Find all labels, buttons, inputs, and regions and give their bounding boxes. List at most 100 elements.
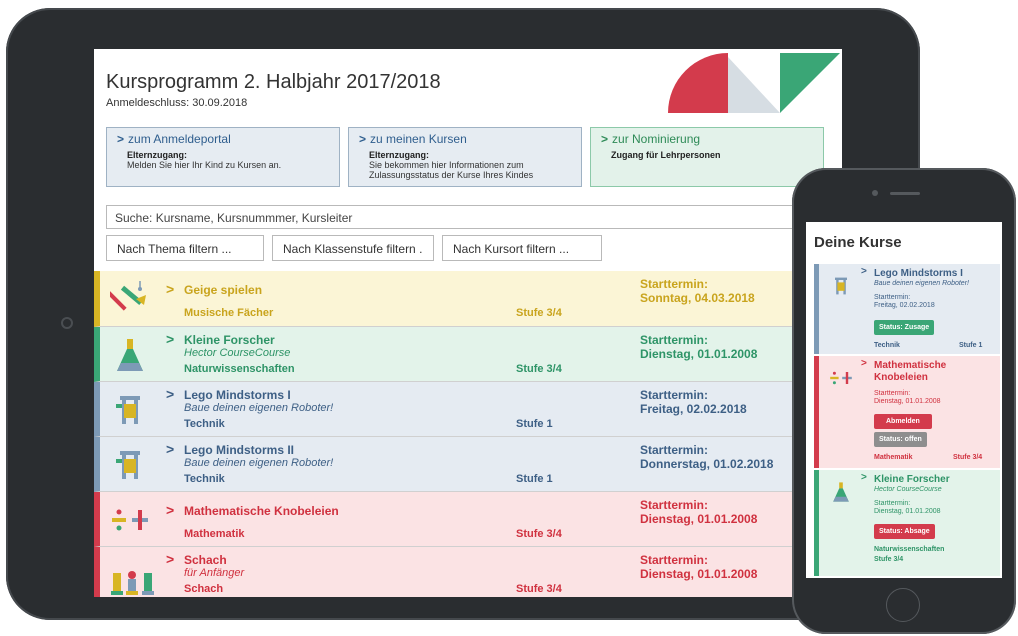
course-name: Kleine Forscher [874, 474, 950, 485]
chess-pieces-icon [111, 571, 154, 595]
chevron-right-icon: > [601, 132, 609, 146]
phone-home-button[interactable] [886, 588, 920, 622]
robot-icon [116, 451, 140, 479]
course-name: Schach [184, 553, 227, 567]
course-stufe: Stufe 3/4 [874, 556, 904, 563]
course-category: Naturwissenschaften [184, 363, 295, 375]
robot-icon [835, 277, 847, 295]
phone-page-title: Deine Kurse [814, 234, 902, 251]
course-name: Geige spielen [184, 283, 263, 297]
filter-kursort-select[interactable]: Nach Kursort filtern ... [442, 235, 602, 261]
start-label: Starttermin: [640, 443, 709, 457]
nav-meine-kurse-button[interactable]: > zu meinen Kursen Elternzugang: Sie beko… [348, 127, 582, 187]
course-row-lego-mindstorms-1[interactable]: > Lego Mindstorms I Baue deinen eigenen … [94, 382, 842, 437]
chevron-right-icon: > [166, 386, 175, 402]
chevron-right-icon: > [166, 441, 175, 457]
course-name: Lego Mindstorms I [874, 268, 963, 279]
course-subtitle: Hector CourseCourse [874, 486, 942, 493]
course-subtitle: Baue deinen eigenen Roboter! [184, 402, 334, 414]
start-label: Starttermin: [874, 500, 911, 507]
phone-camera [872, 190, 878, 196]
course-name: Lego Mindstorms II [184, 443, 295, 457]
chevron-right-icon: > [166, 281, 175, 297]
start-date: Freitag, 02.02.2018 [874, 302, 935, 309]
chevron-right-icon: > [861, 472, 867, 483]
nav-title: zur Nominierung [612, 132, 701, 146]
course-row-schach[interactable]: > Schach für Anfänger Schach Stufe 3/4 S… [94, 547, 842, 597]
brand-logo-icon [668, 53, 840, 113]
course-stufe: Stufe 1 [516, 418, 553, 430]
filter-klassenstufe-select[interactable]: Nach Klassenstufe filtern . [272, 235, 434, 261]
phone-course-card-lego[interactable]: > Lego Mindstorms I Baue deinen eigenen … [814, 264, 1000, 354]
tablet-device: Kursprogramm 2. Halbjahr 2017/2018 Anmel… [6, 8, 920, 620]
course-category: Mathematik [184, 528, 245, 540]
tablet-screen: Kursprogramm 2. Halbjahr 2017/2018 Anmel… [94, 49, 842, 597]
chevron-right-icon: > [166, 331, 175, 347]
start-label: Starttermin: [640, 388, 709, 402]
status-badge: Status: offen [874, 432, 927, 447]
tablet-camera [61, 317, 73, 329]
start-date: Dienstag, 01.01.2008 [874, 508, 941, 515]
status-badge: Status: Absage [874, 524, 935, 539]
course-name: Kleine Forscher [184, 333, 275, 347]
chevron-right-icon: > [861, 266, 867, 277]
nav-nominierung-button[interactable]: > zur Nominierung Zugang für Lehrpersonen [590, 127, 824, 187]
course-category: Schach [184, 583, 224, 595]
start-label: Starttermin: [640, 498, 709, 512]
course-category: Naturwissenschaften [874, 546, 945, 553]
math-symbols-icon [830, 371, 852, 385]
nav-title: zu meinen Kursen [370, 132, 467, 146]
course-row-geige[interactable]: > Geige spielen Musische Fächer Stufe 3/… [94, 271, 842, 327]
math-symbols-icon [112, 509, 148, 531]
start-date: Dienstag, 01.01.2008 [640, 347, 758, 361]
filter-thema-select[interactable]: Nach Thema filtern ... [106, 235, 264, 261]
phone-screen: Deine Kurse > Lego Mindstorms I Baue dei… [806, 222, 1002, 578]
course-category: Technik [184, 418, 225, 430]
registration-deadline: Anmeldeschluss: 30.09.2018 [106, 97, 248, 109]
phone-course-card-forscher[interactable]: > Kleine Forscher Hector CourseCourse St… [814, 470, 1000, 576]
nav-access-label: Elternzugang: [369, 150, 429, 160]
page-title: Kursprogramm 2. Halbjahr 2017/2018 [106, 71, 441, 93]
chevron-right-icon: > [166, 502, 175, 518]
phone-course-card-mathe[interactable]: > Mathematische Knobeleien Starttermin: … [814, 356, 1000, 468]
chevron-right-icon: > [861, 358, 867, 369]
course-name-line2: Knobeleien [874, 372, 928, 383]
course-subtitle: für Anfänger [184, 567, 245, 579]
course-row-mathematische-knobeleien[interactable]: > Mathematische Knobeleien Mathematik St… [94, 492, 842, 547]
violin-icon [110, 281, 146, 311]
course-stufe: Stufe 3/4 [516, 307, 562, 319]
abmelden-button[interactable]: Abmelden [874, 414, 932, 429]
course-category: Technik [874, 342, 900, 349]
robot-icon [116, 396, 140, 424]
status-badge: Status: Zusage [874, 320, 935, 335]
nav-description: Sie bekommen hier Informationen zum Zula… [369, 160, 534, 180]
start-label: Starttermin: [640, 553, 709, 567]
chevron-right-icon: > [166, 551, 175, 567]
chevron-right-icon: > [359, 132, 367, 146]
nav-description: Melden Sie hier Ihr Kind zu Kursen an. [127, 160, 282, 170]
phone-speaker [890, 192, 920, 195]
course-row-lego-mindstorms-2[interactable]: > Lego Mindstorms II Baue deinen eigenen… [94, 437, 842, 492]
course-stufe: Stufe 3/4 [516, 528, 562, 540]
course-stufe: Stufe 1 [516, 473, 553, 485]
flask-icon [117, 339, 143, 371]
course-name: Mathematische Knobeleien [184, 504, 339, 518]
phone-device: Deine Kurse > Lego Mindstorms I Baue dei… [792, 168, 1016, 634]
search-input[interactable]: Suche: Kursname, Kursnummmer, Kursleiter [106, 205, 836, 229]
course-stufe: Stufe 3/4 [516, 583, 562, 595]
start-label: Starttermin: [640, 333, 709, 347]
course-stufe: Stufe 3/4 [953, 454, 983, 461]
chevron-right-icon: > [117, 132, 125, 146]
course-category: Musische Fächer [184, 307, 274, 319]
course-subtitle: Baue deinen eigenen Roboter! [874, 280, 969, 287]
course-subtitle: Baue deinen eigenen Roboter! [184, 457, 334, 469]
device-mockup-scene: Kursprogramm 2. Halbjahr 2017/2018 Anmel… [0, 0, 1018, 636]
course-category: Mathematik [874, 454, 913, 461]
course-row-kleine-forscher[interactable]: > Kleine Forscher Hector CourseCourse Na… [94, 327, 842, 382]
start-date: Donnerstag, 01.02.2018 [640, 457, 774, 471]
start-label: Starttermin: [874, 390, 911, 397]
course-stufe: Stufe 3/4 [516, 363, 562, 375]
course-name: Mathematische [874, 360, 947, 371]
course-stufe: Stufe 1 [959, 342, 983, 349]
nav-anmeldeportal-button[interactable]: > zum Anmeldeportal Elternzugang: Melden … [106, 127, 340, 187]
